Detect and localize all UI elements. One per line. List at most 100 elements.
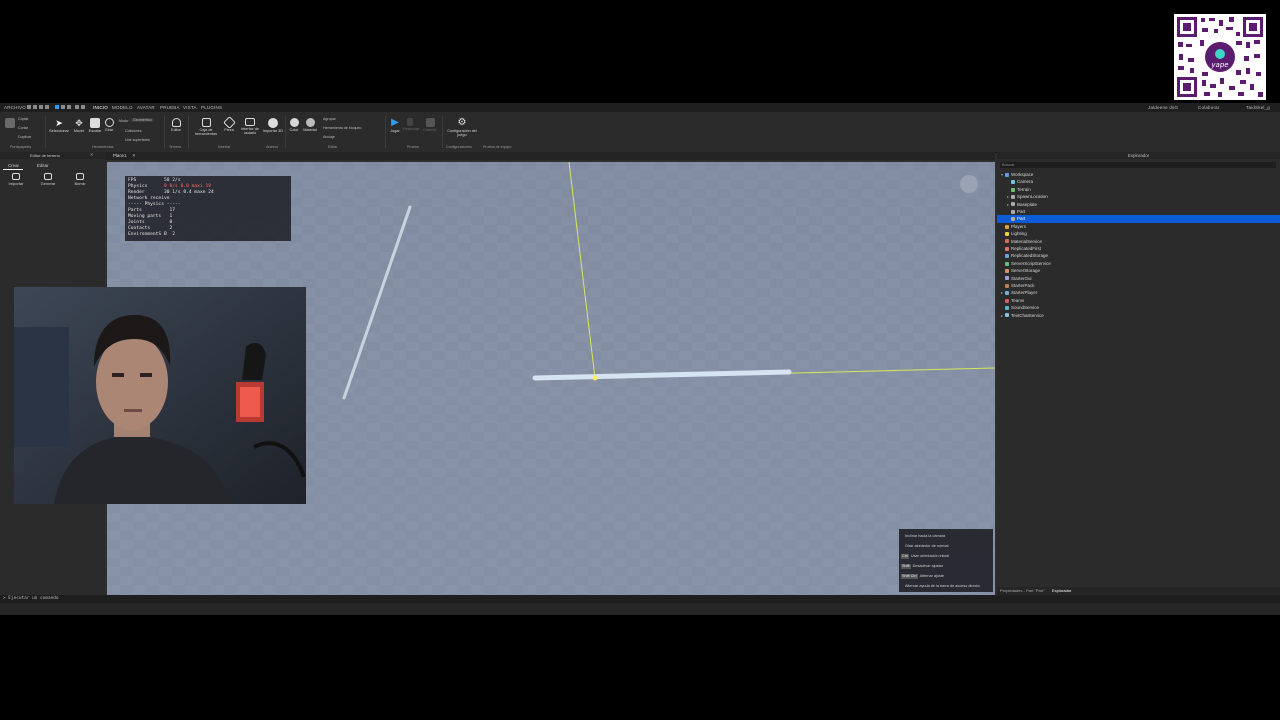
paste-icon	[5, 118, 15, 128]
explorer-item[interactable]: Camera	[997, 178, 1280, 185]
import-terrain-button[interactable]: Importar	[5, 173, 27, 186]
clear-terrain-button[interactable]: Borrar	[69, 173, 91, 186]
tab-inicio[interactable]: INICIO	[93, 105, 108, 110]
explorer-item[interactable]: ▸ StarterPlayer	[997, 289, 1280, 296]
scale-tool-button[interactable]: Escalar	[87, 118, 103, 133]
explorer-item[interactable]: StarterPack	[997, 282, 1280, 289]
explorer-item[interactable]: Terrain	[997, 186, 1280, 193]
terrain-editor-title: Editor de terreno	[30, 153, 60, 158]
explorer-item[interactable]: MaterialService	[997, 238, 1280, 245]
rotate-tool-button[interactable]: Girar	[102, 118, 116, 132]
stop-button[interactable]: Detener	[422, 118, 438, 132]
explorer-item-label: StarterPack	[1011, 283, 1035, 288]
team-test-group-label: Prueba de equipo	[483, 145, 512, 149]
user-name[interactable]: Jaldeene dsG	[1148, 105, 1178, 110]
service-icon	[1011, 202, 1015, 207]
explorer-item[interactable]: ▾ Workspace	[997, 171, 1280, 178]
copy-button[interactable]: Copiar	[18, 117, 29, 121]
explorer-item[interactable]: Players	[997, 223, 1280, 230]
paste-button[interactable]	[4, 118, 16, 129]
service-icon	[1005, 298, 1009, 303]
explorer-item[interactable]: Teams	[997, 297, 1280, 304]
explorer-item[interactable]: ▸ Baseplate	[997, 201, 1280, 208]
tab-plugins[interactable]: PLUGINS	[201, 105, 222, 110]
tab-vista[interactable]: VISTA	[183, 105, 197, 110]
service-icon	[1011, 209, 1015, 214]
lock-tool-button[interactable]: Herramienta de bloqueo	[323, 126, 362, 130]
save-icon[interactable]	[39, 105, 43, 109]
service-icon	[1011, 180, 1015, 185]
stop-quick-icon[interactable]	[67, 105, 71, 109]
publish-icon[interactable]	[45, 105, 49, 109]
color-button[interactable]: Color	[287, 118, 301, 132]
play-button[interactable]: ▶ Jugar	[388, 118, 402, 134]
pivot-point	[592, 375, 598, 381]
cut-button[interactable]: Cortar	[18, 126, 28, 130]
explorer-item[interactable]: StarterGui	[997, 275, 1280, 282]
terrain-editor-button[interactable]: Editor	[168, 118, 184, 132]
play-label: Jugar	[390, 129, 400, 133]
edit-group-label: Editar	[328, 145, 338, 149]
generate-terrain-icon	[44, 173, 52, 180]
command-bar[interactable]: > Ejecutar un comando	[0, 595, 1280, 603]
menu-file[interactable]: ARCHIVO	[4, 105, 26, 110]
explorer-item[interactable]: Lighting	[997, 230, 1280, 237]
explorer-item[interactable]: ▸ SpawnLocation	[997, 193, 1280, 200]
explorer-search-input[interactable]: Buscar	[1000, 162, 1276, 168]
tab-place1[interactable]: Place1	[113, 153, 126, 158]
tab-editar[interactable]: Editar	[37, 163, 48, 168]
tab-explorer[interactable]: Explorador	[1052, 587, 1071, 595]
ui-button[interactable]: Interfaz de usuario	[238, 118, 262, 135]
collaborate-button[interactable]: Colaborar	[1198, 105, 1220, 110]
anchor-button[interactable]: Anclaje	[323, 135, 335, 139]
explorer-item[interactable]: SoundService	[997, 304, 1280, 311]
service-icon	[1005, 239, 1009, 244]
new-icon[interactable]	[27, 105, 31, 109]
undo-icon[interactable]	[75, 105, 79, 109]
material-button[interactable]: Material	[302, 118, 318, 132]
resume-button[interactable]: Reanudar	[403, 118, 420, 131]
part-cube-icon	[222, 116, 236, 129]
explorer-item[interactable]: ServerStorage	[997, 267, 1280, 274]
select-tool-button[interactable]: ➤ Seleccionar	[48, 118, 70, 133]
import-3d-button[interactable]: Importar 3D	[262, 118, 284, 133]
settings-group-label: Configuraciones	[446, 145, 472, 149]
explorer-item[interactable]: ServerScriptService	[997, 260, 1280, 267]
clipboard-group-label: Portapapeles	[10, 145, 32, 149]
game-settings-button[interactable]: ⚙ Configuración del juego	[446, 118, 478, 138]
explorer-item[interactable]: Part	[997, 215, 1280, 223]
pause-quick-icon[interactable]	[61, 105, 65, 109]
collisions-toggle[interactable]: Colisiones	[125, 129, 142, 133]
insert-group-label: Insertar	[218, 145, 231, 149]
view-cube	[960, 175, 978, 193]
service-icon	[1005, 291, 1009, 296]
tab-crear[interactable]: Crear	[8, 163, 19, 168]
command-input[interactable]: Ejecutar un comando	[8, 596, 58, 601]
duplicate-button[interactable]: Duplicar	[18, 135, 31, 139]
tab-modelo[interactable]: MODELO	[112, 105, 133, 110]
mode-select[interactable]: Geométrico	[131, 118, 154, 122]
tab-avatar[interactable]: AVATAR	[137, 105, 155, 110]
toolbox-button[interactable]: Caja de herramientas	[192, 118, 220, 136]
part-button[interactable]: Pieza	[221, 116, 237, 132]
close-tab-icon[interactable]: ✕	[132, 153, 136, 159]
group-button[interactable]: Agrupar	[323, 117, 336, 121]
play-quick-icon[interactable]	[55, 105, 59, 109]
open-icon[interactable]	[33, 105, 37, 109]
rotate-tool-label: Girar	[104, 128, 114, 132]
explorer-item[interactable]: ▸ TextChatService	[997, 312, 1280, 319]
generate-terrain-button[interactable]: Generar	[37, 173, 59, 186]
join-surfaces-toggle[interactable]: Unir superficies	[125, 138, 150, 142]
tab-properties[interactable]: Propiedades - Part "Part"	[1000, 587, 1045, 595]
account-name[interactable]: TaidSkel_g	[1246, 105, 1270, 110]
redo-icon[interactable]	[81, 105, 85, 109]
explorer-item[interactable]: ReplicatedFirst	[997, 245, 1280, 252]
move-tool-button[interactable]: ✥ Mover	[71, 118, 87, 133]
close-icon[interactable]: ✕	[90, 152, 93, 157]
explorer-item-label: ReplicatedStorage	[1011, 253, 1049, 259]
explorer-item[interactable]: Part	[997, 208, 1280, 215]
explorer-item[interactable]: ReplicatedStorage	[997, 252, 1280, 259]
viewport-tab-bar: Place1 ✕	[105, 152, 995, 160]
tab-prueba[interactable]: PRUEBA	[160, 105, 180, 110]
color-icon	[289, 118, 299, 127]
